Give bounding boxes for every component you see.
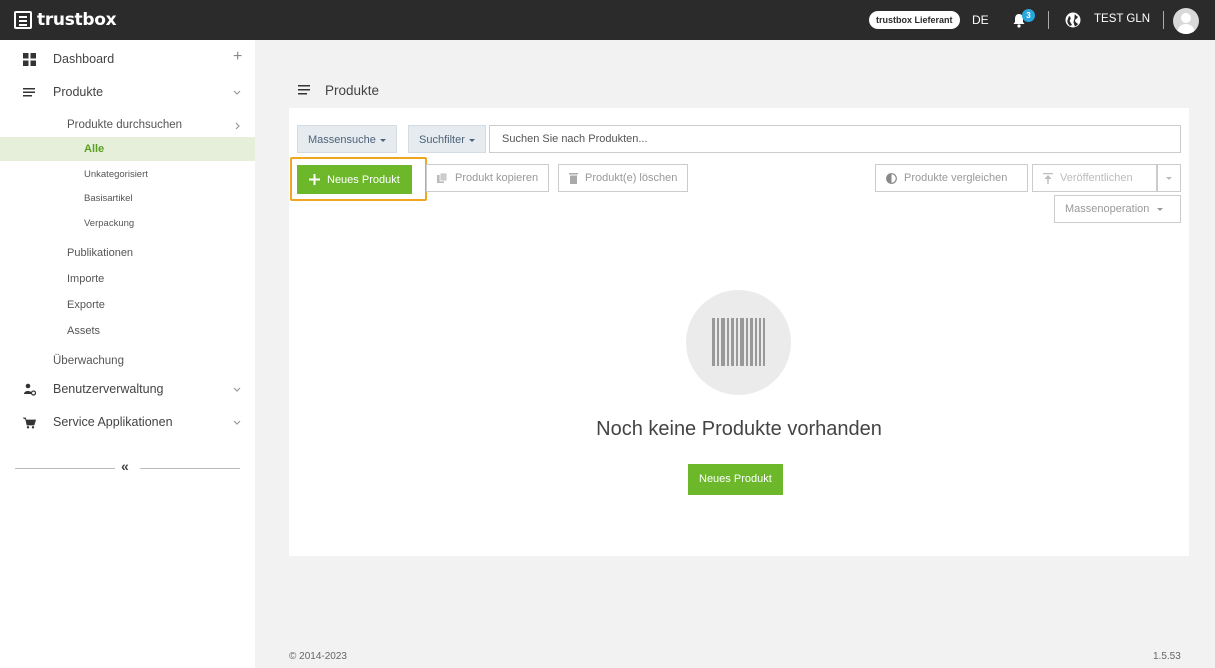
notification-count-badge: 3 — [1022, 9, 1035, 22]
list-icon — [23, 88, 35, 97]
sidebar-item-label: Verpackung — [84, 218, 135, 229]
account-name[interactable]: TEST GLN — [1094, 13, 1150, 25]
sidebar-item-products-browse[interactable]: Produkte durchsuchen — [0, 113, 255, 137]
mass-operation-dropdown[interactable]: Massenoperation — [1054, 195, 1181, 223]
contrast-icon — [886, 172, 897, 184]
sidebar-item-service-apps[interactable]: Service Applikationen — [0, 408, 255, 436]
sidebar-item-exports[interactable]: Exporte — [0, 293, 255, 317]
notifications-button[interactable]: 3 — [1012, 9, 1035, 31]
chevron-down-icon — [233, 90, 241, 95]
sidebar-item-monitoring[interactable]: Überwachung — [0, 349, 255, 373]
publish-options-dropdown[interactable] — [1157, 164, 1181, 192]
sidebar-item-products[interactable]: Produkte — [0, 78, 255, 106]
sidebar-item-label: Unkategorisiert — [84, 169, 148, 180]
filter-all[interactable]: Alle — [0, 137, 255, 161]
compare-products-label: Produkte vergleichen — [904, 172, 1008, 184]
users-icon — [24, 383, 36, 396]
sidebar-item-assets[interactable]: Assets — [0, 319, 255, 343]
top-bar: trustbox trustbox Lieferant DE 3 TEST GL… — [0, 0, 1215, 40]
plus-icon — [309, 174, 320, 185]
sidebar-item-label: Basisartikel — [84, 193, 133, 204]
version-text: 1.5.53 — [1153, 651, 1181, 662]
sidebar-item-label: Importe — [67, 273, 105, 285]
caret-down-icon — [1157, 207, 1164, 211]
sidebar-collapse-row: « — [15, 458, 240, 475]
sidebar-item-label: Produkte — [53, 85, 104, 99]
sidebar-item-label: Service Applikationen — [53, 415, 173, 429]
new-product-button[interactable]: Neues Produkt — [297, 165, 412, 194]
sidebar-item-imports[interactable]: Importe — [0, 267, 255, 291]
empty-state-illustration — [686, 290, 791, 395]
product-search-input[interactable] — [489, 125, 1181, 153]
barcode-icon — [712, 318, 765, 366]
brand-name: trustbox — [37, 10, 117, 30]
grid-icon — [23, 53, 36, 66]
search-filter-label: Suchfilter — [419, 134, 465, 146]
logo-icon — [14, 11, 32, 29]
sidebar-item-label: Exporte — [67, 299, 105, 311]
divider — [1163, 11, 1164, 29]
chevron-down-icon — [233, 420, 241, 425]
page-header: Produkte — [298, 80, 379, 100]
copy-product-button[interactable]: Produkt kopieren — [426, 164, 550, 192]
sidebar-item-label: Dashboard — [53, 52, 115, 66]
caret-down-icon — [468, 138, 475, 142]
sidebar-item-label: Produkte durchsuchen — [67, 119, 183, 131]
publish-button[interactable]: Veröffentlichen — [1032, 164, 1157, 192]
add-dashboard-button[interactable]: + — [233, 48, 242, 66]
page-title: Produkte — [325, 82, 380, 98]
divider — [15, 468, 115, 469]
filter-packaging[interactable]: Verpackung — [0, 212, 255, 236]
sidebar-item-user-management[interactable]: Benutzerverwaltung — [0, 375, 255, 403]
search-bar: Massensuche Suchfilter — [297, 125, 1181, 153]
empty-state-new-product-button[interactable]: Neues Produkt — [688, 464, 783, 495]
sidebar-item-label: Assets — [67, 325, 101, 337]
brand-logo[interactable]: trustbox — [14, 8, 117, 32]
mass-operation-label: Massenoperation — [1065, 203, 1150, 215]
copy-icon — [437, 172, 448, 183]
mass-search-dropdown[interactable]: Massensuche — [297, 125, 397, 153]
sidebar-item-label: Überwachung — [53, 355, 124, 367]
publish-label: Veröffentlichen — [1060, 172, 1133, 184]
divider — [140, 468, 240, 469]
sidebar: Dashboard + Produkte Produkte durchsuche… — [0, 40, 255, 668]
sidebar-item-dashboard[interactable]: Dashboard + — [0, 45, 255, 73]
empty-state-message: Noch keine Produkte vorhanden — [596, 418, 882, 440]
compare-products-button[interactable]: Produkte vergleichen — [875, 164, 1028, 192]
copy-product-label: Produkt kopieren — [455, 172, 539, 184]
sidebar-item-label: Publikationen — [67, 247, 134, 259]
products-panel: Massensuche Suchfilter Neues Produkt Pro… — [289, 108, 1189, 556]
upload-icon — [1043, 172, 1053, 184]
mass-search-label: Massensuche — [308, 134, 376, 146]
avatar[interactable] — [1173, 8, 1199, 34]
sidebar-item-label: Benutzerverwaltung — [53, 382, 164, 396]
chevron-down-icon — [233, 387, 241, 392]
new-product-label: Neues Produkt — [327, 173, 400, 186]
globe-icon[interactable] — [1065, 12, 1081, 28]
list-icon — [298, 85, 310, 95]
divider — [1048, 11, 1049, 29]
delete-products-button[interactable]: Produkt(e) löschen — [558, 164, 689, 192]
collapse-sidebar-button[interactable]: « — [121, 458, 129, 474]
cart-icon — [23, 417, 36, 429]
delete-products-label: Produkt(e) löschen — [585, 172, 678, 184]
trash-icon — [569, 172, 578, 184]
caret-down-icon — [1166, 176, 1172, 180]
role-badge: trustbox Lieferant — [869, 11, 960, 29]
filter-uncategorized[interactable]: Unkategorisiert — [0, 163, 255, 187]
sidebar-item-label: Alle — [84, 143, 105, 155]
caret-down-icon — [379, 138, 386, 142]
sidebar-item-publications[interactable]: Publikationen — [0, 241, 255, 265]
filter-base-article[interactable]: Basisartikel — [0, 187, 255, 211]
copyright-text: © 2014-2023 — [289, 651, 347, 662]
search-filter-dropdown[interactable]: Suchfilter — [408, 125, 486, 153]
language-switch[interactable]: DE — [972, 13, 989, 27]
chevron-right-icon — [235, 122, 240, 130]
